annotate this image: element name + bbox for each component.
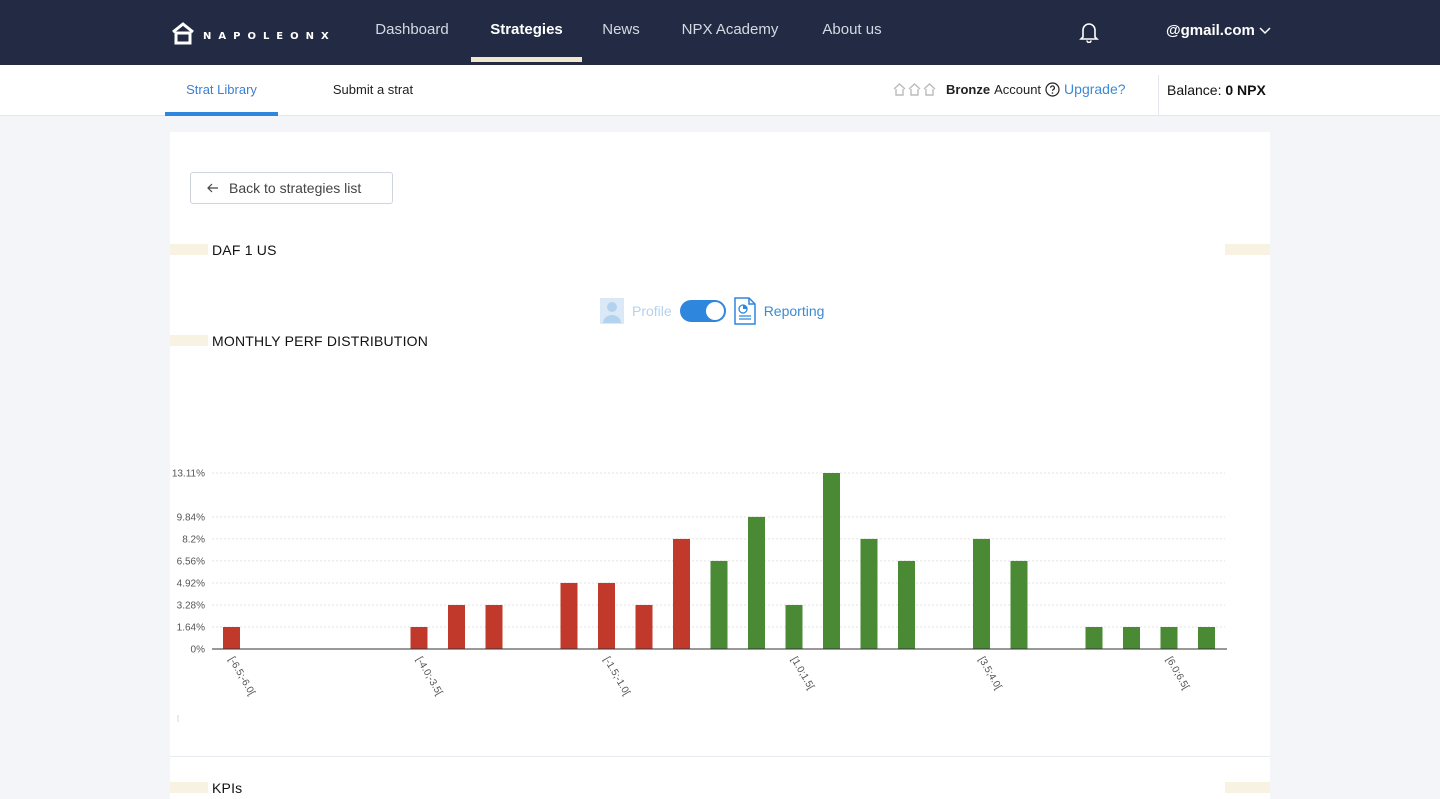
chart-bar <box>1123 626 1140 649</box>
x-tick-label: [6.0;6.5[ <box>1163 655 1191 692</box>
home-logo-icon <box>172 22 194 45</box>
chart-bar <box>1198 626 1215 649</box>
balance: Balance: 0 NPX <box>1167 82 1266 98</box>
profile-icon <box>600 298 624 324</box>
chart-bar <box>710 560 728 649</box>
chart-bar <box>485 604 503 649</box>
notification-bell-icon[interactable] <box>1079 21 1099 43</box>
nav-npx-academy[interactable]: NPX Academy <box>677 0 783 62</box>
y-tick-label: 0% <box>191 645 206 656</box>
y-tick-label: 8.2% <box>182 534 205 545</box>
top-navbar: NAPOLEONX Dashboard Strategies News NPX … <box>0 0 1440 65</box>
strategy-card: Back to strategies list DAF 1 US Profile… <box>170 132 1270 799</box>
nav-news[interactable]: News <box>598 0 644 62</box>
y-tick-label: 6.56% <box>177 556 205 567</box>
nav-strategies[interactable]: Strategies <box>471 0 582 62</box>
sub-navbar: Strat Library Submit a strat Bronze Acco… <box>0 65 1440 116</box>
section-marker-left <box>170 335 208 346</box>
section-marker-left <box>170 244 208 255</box>
section-marker-right <box>1225 782 1270 793</box>
back-to-strategies-button[interactable]: Back to strategies list <box>190 172 393 204</box>
chevron-down-icon <box>1259 26 1271 34</box>
help-icon[interactable] <box>1045 81 1060 97</box>
chart-bar <box>973 538 990 649</box>
rank-bronze-icon <box>893 83 906 96</box>
account-status: Bronze Account Upgrade? <box>893 81 1126 97</box>
vertical-divider <box>1158 75 1159 115</box>
section-marker-right <box>1225 244 1270 255</box>
chart-bar <box>898 560 915 649</box>
y-tick-label: 13.11% <box>172 469 205 480</box>
tab-submit-a-strat[interactable]: Submit a strat <box>318 65 428 116</box>
nav-about-us[interactable]: About us <box>817 0 887 62</box>
x-tick-label: [-4.0;-3.5[ <box>413 655 444 698</box>
profile-reporting-toggle: Profile Reporting <box>600 297 824 325</box>
toggle-knob <box>705 302 724 320</box>
reporting-label[interactable]: Reporting <box>764 303 825 319</box>
chart-bar <box>748 516 765 649</box>
balance-value: 0 NPX <box>1225 82 1266 98</box>
section-title-kpis: KPIs <box>212 780 243 796</box>
report-icon <box>733 297 756 325</box>
brand-logo[interactable]: NAPOLEONX <box>171 20 336 46</box>
rank-gold-icon <box>923 83 936 96</box>
x-tick-label: [-6.5;-6.0[ <box>226 655 257 698</box>
upgrade-link[interactable]: Upgrade? <box>1064 81 1126 97</box>
section-divider <box>170 756 1270 757</box>
tab-strat-library[interactable]: Strat Library <box>165 65 278 116</box>
y-tick-label: 1.64% <box>177 622 205 633</box>
brand-name: NAPOLEONX <box>203 30 336 42</box>
chart-bar <box>223 626 240 649</box>
user-menu[interactable]: @gmail.com <box>1166 22 1271 39</box>
chart-bar <box>823 473 840 649</box>
chart-bar <box>448 604 465 649</box>
chart-bar <box>1010 560 1028 649</box>
arrow-left-icon <box>207 183 218 193</box>
balance-label: Balance: <box>1167 82 1222 98</box>
rank-silver-icon <box>908 83 921 96</box>
rank-icons <box>893 82 936 96</box>
chart-bar <box>598 582 615 649</box>
nav-dashboard[interactable]: Dashboard <box>372 0 452 62</box>
chart-bar <box>635 604 653 649</box>
x-tick-label: [-1.5;-1.0[ <box>601 655 632 698</box>
chart-bar <box>673 538 690 649</box>
y-tick-label: 9.84% <box>177 512 205 523</box>
account-word: Account <box>994 81 1042 97</box>
chart-bar <box>860 538 878 649</box>
user-email: @gmail.com <box>1166 22 1255 39</box>
strategy-name: DAF 1 US <box>212 242 277 258</box>
y-tick-label: 3.28% <box>177 600 205 611</box>
back-button-label: Back to strategies list <box>229 180 362 196</box>
chart-bar <box>1085 626 1103 649</box>
view-toggle-switch[interactable] <box>679 300 726 322</box>
x-tick-label: [1.0;1.5[ <box>788 655 816 692</box>
x-tick-label: [3.5;4.0[ <box>976 655 1004 692</box>
chart-bar <box>560 582 578 649</box>
chart-bar <box>785 604 803 649</box>
chart-bar <box>1160 626 1178 649</box>
section-marker-left <box>170 782 208 793</box>
monthly-perf-distribution-chart: 0% 1.64% 3.28% 4.92% 6.56% 8.2% 9.84% 13.11% [-6… <box>172 469 1227 722</box>
account-tier: Bronze <box>946 81 991 97</box>
profile-label[interactable]: Profile <box>632 303 672 319</box>
y-tick-label: 4.92% <box>177 578 205 589</box>
chart-bar <box>410 626 428 649</box>
section-title-monthly-perf: MONTHLY PERF DISTRIBUTION <box>212 333 429 349</box>
